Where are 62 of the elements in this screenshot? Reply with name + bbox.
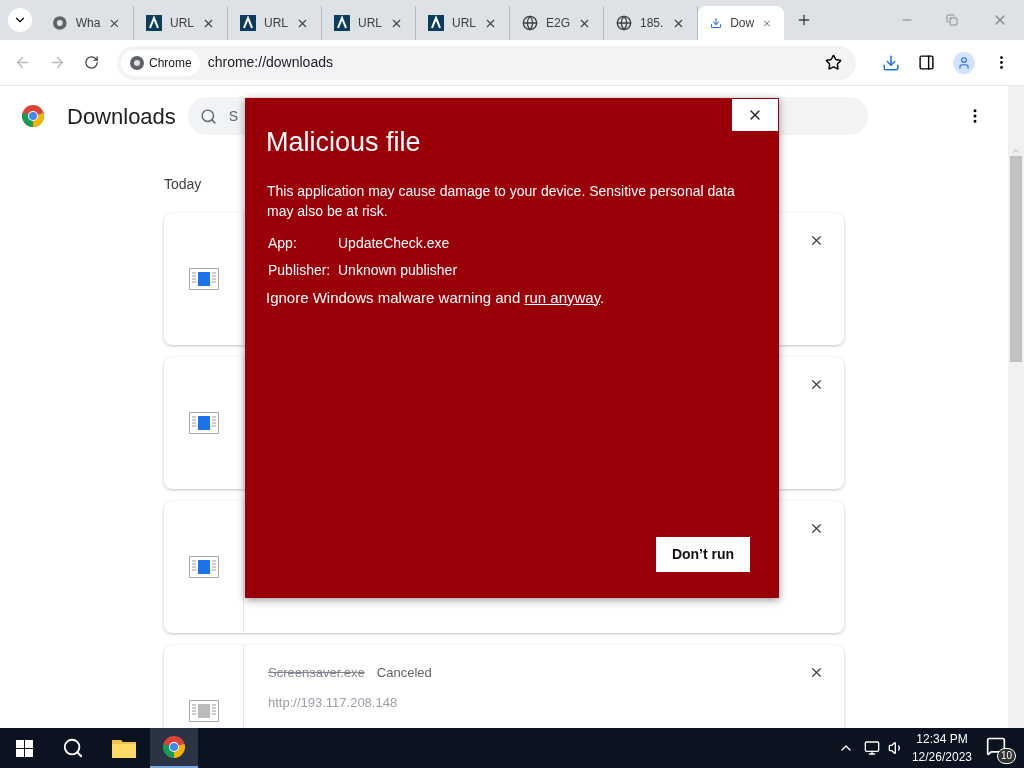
field-value: UpdateCheck.exe — [338, 233, 450, 253]
download-icon — [710, 15, 723, 31]
scrollbar-thumb[interactable] — [1010, 156, 1022, 362]
search-icon — [199, 107, 217, 125]
chip-label: Chrome — [149, 54, 192, 72]
network-icon[interactable] — [863, 740, 880, 756]
side-panel-icon[interactable] — [918, 54, 935, 71]
tab-title: URL — [452, 15, 476, 32]
field-label: Publisher: — [268, 260, 332, 280]
field-label: App: — [268, 233, 298, 253]
search-icon[interactable] — [62, 737, 84, 759]
source-url: http://193.117.208.148 — [268, 693, 399, 712]
dialog-title: Malicious file — [266, 126, 422, 159]
remove-icon[interactable] — [809, 377, 824, 392]
file-icon — [188, 700, 219, 722]
clock-time: 12:34 PM — [916, 731, 968, 748]
logo-icon — [428, 15, 444, 31]
profile-avatar[interactable] — [953, 51, 975, 74]
logo-icon — [146, 15, 162, 31]
page-title: Downloads — [67, 102, 176, 131]
tab-title: E2G — [546, 15, 570, 32]
windows-logo-icon[interactable] — [16, 739, 33, 757]
globe-icon — [616, 15, 632, 31]
tab-title: URL — [170, 15, 194, 32]
file-name: Screensaver.exe — [268, 664, 365, 682]
chrome-logo-icon — [21, 104, 45, 128]
folder-icon[interactable] — [112, 738, 136, 758]
file-icon — [188, 412, 219, 434]
file-icon — [188, 556, 219, 578]
url-text: chrome://downloads — [207, 53, 334, 72]
download-status: Canceled — [376, 664, 432, 682]
remove-icon[interactable] — [809, 233, 824, 248]
tab-title: Dow — [730, 15, 755, 32]
file-icon — [188, 268, 219, 290]
tab-search-button[interactable] — [8, 8, 32, 32]
chrome-taskbar-button[interactable] — [150, 728, 198, 768]
tab-title: 185. — [640, 15, 664, 32]
clock-date: 12/26/2023 — [911, 749, 972, 766]
new-tab-icon[interactable] — [796, 12, 812, 28]
reload-icon[interactable] — [84, 55, 99, 70]
section-heading: Today — [164, 175, 202, 194]
close-button[interactable] — [732, 99, 778, 131]
dont-run-button[interactable]: Don’t run — [656, 537, 750, 572]
logo-icon — [334, 15, 350, 31]
browser-tab[interactable]: Dow — [698, 6, 784, 40]
warning-text: Ignore Windows malware warning and run anyway. — [266, 287, 606, 308]
tab-title: Wha — [75, 15, 101, 32]
globe-icon — [522, 15, 538, 31]
tab-title: URL — [264, 15, 288, 32]
star-icon[interactable] — [825, 54, 842, 71]
download-icon[interactable] — [882, 53, 900, 72]
dialog-message: This application may cause damage to your device. Sensitive personal data may also be at risk. — [266, 181, 736, 221]
tab-title: URL — [358, 15, 382, 32]
chrome-logo-icon — [162, 735, 186, 759]
field-value: Unknown publisher — [338, 260, 458, 280]
address-bar[interactable]: Chrome chrome://downloads — [117, 45, 856, 80]
notification-count: 10 — [996, 748, 1016, 764]
site-chip[interactable]: Chrome — [121, 49, 200, 76]
search-placeholder: S — [228, 106, 239, 126]
remove-icon[interactable] — [809, 521, 824, 536]
remove-icon[interactable] — [809, 665, 824, 680]
logo-icon — [240, 15, 256, 31]
